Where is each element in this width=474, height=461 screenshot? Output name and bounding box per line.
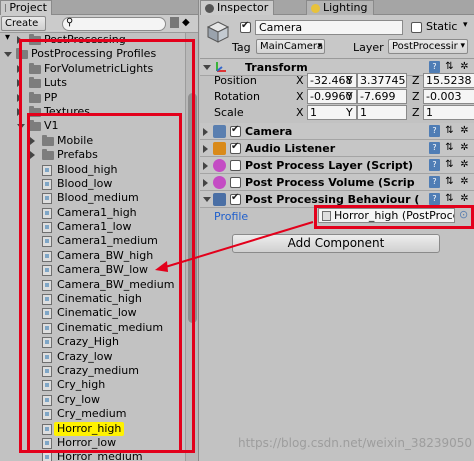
annotation-arrow <box>155 221 314 272</box>
watermark-text: https://blog.csdn.net/weixin_38239050 <box>238 436 473 450</box>
